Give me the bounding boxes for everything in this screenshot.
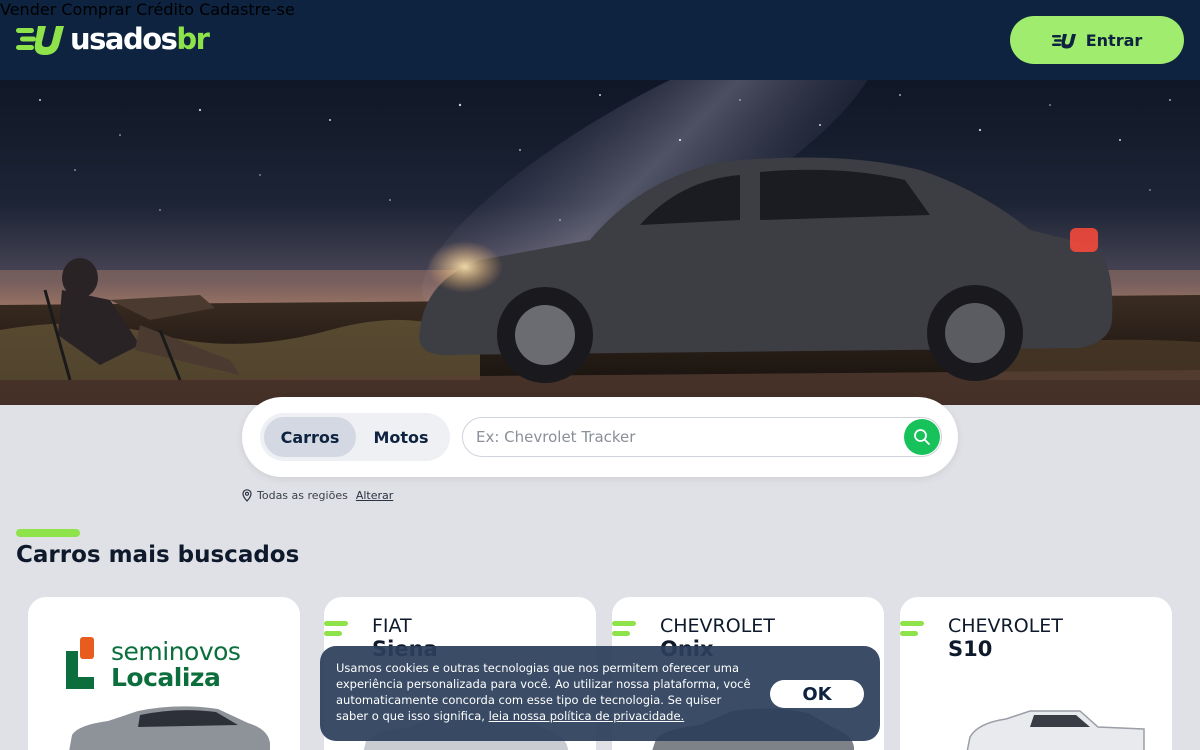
vehicle-type-toggle: Carros Motos xyxy=(260,413,450,461)
search-card: Carros Motos xyxy=(242,397,958,477)
car-make: FIAT xyxy=(372,615,412,637)
hero-banner xyxy=(0,80,1200,405)
car-make: CHEVROLET xyxy=(660,615,775,637)
logo-text: usadosbr xyxy=(70,22,210,56)
cookie-banner: Usamos cookies e outras tecnologias que … xyxy=(320,646,880,741)
section-accent-bar xyxy=(16,529,80,537)
nav-comprar[interactable]: Comprar xyxy=(61,0,131,19)
logo[interactable]: usadosbr xyxy=(16,22,210,56)
car-model: S10 xyxy=(948,637,993,661)
car-card-s10[interactable]: CHEVROLET S10 xyxy=(900,597,1172,750)
car-image xyxy=(966,710,1145,750)
search-icon xyxy=(914,429,930,445)
search-button[interactable] xyxy=(904,419,940,455)
nav-vender[interactable]: Vender xyxy=(0,0,56,19)
search-input[interactable] xyxy=(462,417,942,457)
hero-illustration xyxy=(0,80,1200,405)
promo-logo-top: seminovos xyxy=(111,637,241,666)
top-navbar: usadosbr Vender Comprar Crédito Cadastre… xyxy=(0,0,1200,80)
promo-card-localiza[interactable]: seminovos Localiza xyxy=(28,597,300,750)
region-label: Todas as regiões xyxy=(257,489,348,502)
nav-cadastre-se[interactable]: Cadastre-se xyxy=(199,0,295,19)
section-title: Carros mais buscados xyxy=(16,542,300,568)
logo-icon xyxy=(16,26,64,55)
logo-small-icon xyxy=(1051,33,1076,48)
tab-carros[interactable]: Carros xyxy=(264,417,356,457)
privacy-policy-link[interactable]: leia nossa política de privacidade. xyxy=(489,709,685,723)
cookie-text: Usamos cookies e outras tecnologias que … xyxy=(336,660,756,724)
change-region-link[interactable]: Alterar xyxy=(356,489,393,502)
dashes-icon xyxy=(900,621,924,636)
nav-credito[interactable]: Crédito xyxy=(136,0,194,19)
dashes-icon xyxy=(324,621,348,636)
tab-motos[interactable]: Motos xyxy=(356,417,446,457)
dashes-icon xyxy=(612,621,636,636)
region-selector: Todas as regiões Alterar xyxy=(242,489,393,502)
car-make: CHEVROLET xyxy=(948,615,1063,637)
login-button[interactable]: Entrar xyxy=(1010,16,1184,64)
location-pin-icon xyxy=(242,489,252,502)
cookie-ok-button[interactable]: OK xyxy=(770,680,864,708)
promo-logo-bottom: Localiza xyxy=(111,663,221,692)
login-label: Entrar xyxy=(1085,30,1143,50)
localiza-logo-icon xyxy=(66,637,94,689)
car-image xyxy=(69,706,270,750)
